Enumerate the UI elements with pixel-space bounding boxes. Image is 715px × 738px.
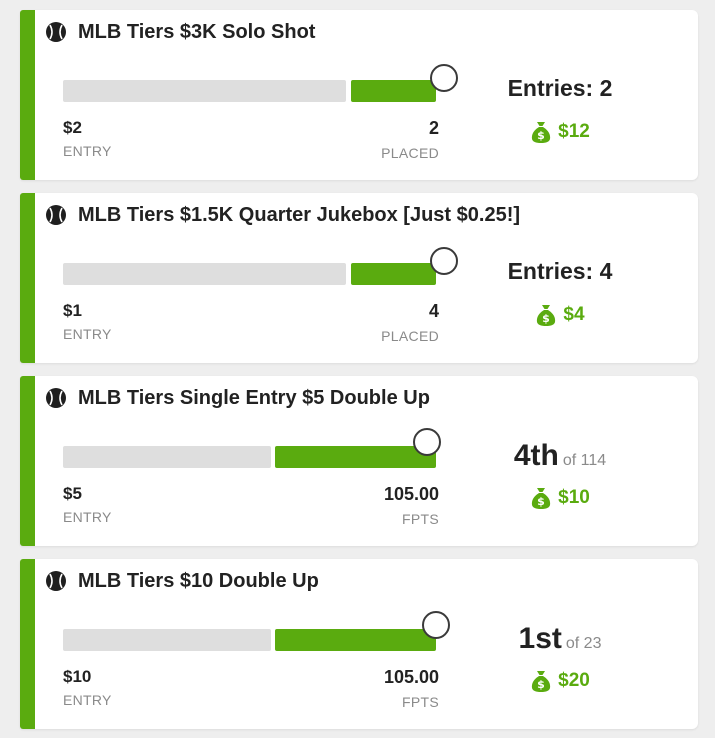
progress-fill — [275, 629, 436, 651]
progress-track — [63, 263, 346, 285]
baseball-icon — [46, 571, 66, 591]
progress-track — [63, 446, 271, 468]
progress-fill — [275, 446, 436, 468]
contest-title: MLB Tiers $3K Solo Shot — [78, 21, 316, 43]
progress-track — [63, 629, 271, 651]
fpts-label: FPTS — [402, 511, 439, 527]
rank-position: 1st — [518, 622, 562, 655]
svg-text:$: $ — [537, 495, 545, 508]
money-bag-icon: $ — [537, 305, 556, 326]
progress-fill — [351, 263, 436, 285]
progress-knob — [430, 64, 458, 92]
contest-title: MLB Tiers $1.5K Quarter Jukebox [Just $0… — [78, 204, 521, 226]
contest-card[interactable]: MLB Tiers $3K Solo Shot $2 ENTRY 2 PLACE… — [20, 10, 698, 180]
prize-amount: $12 — [558, 121, 590, 142]
fpts-value: 105.00 — [383, 667, 439, 687]
entries-count: Entries: 4 — [507, 258, 613, 284]
placed-count: 4 — [428, 301, 439, 321]
contest-card[interactable]: MLB Tiers Single Entry $5 Double Up $5 E… — [20, 376, 698, 546]
fpts-label: FPTS — [402, 694, 439, 710]
placed-label: PLACED — [381, 145, 439, 161]
entry-label: ENTRY — [63, 326, 112, 342]
rank: 1st of 23 — [465, 622, 655, 656]
rank-position: 4th — [513, 439, 559, 472]
entry-label: ENTRY — [63, 692, 112, 708]
contest-card[interactable]: MLB Tiers $10 Double Up $10 ENTRY 105.00… — [20, 559, 698, 729]
rank-of-total: of 23 — [565, 635, 602, 652]
prize: $ $20 — [465, 669, 655, 693]
contest-card[interactable]: MLB Tiers $1.5K Quarter Jukebox [Just $0… — [20, 193, 698, 363]
svg-text:$: $ — [543, 312, 551, 325]
placed-label: PLACED — [381, 328, 439, 344]
prize: $ $4 — [465, 303, 655, 327]
entries-count: Entries: 2 — [507, 75, 613, 101]
progress-track — [63, 80, 346, 102]
placed-count: 2 — [428, 118, 439, 138]
prize-amount: $4 — [563, 304, 585, 325]
baseball-icon — [46, 22, 66, 42]
contest-title: MLB Tiers $10 Double Up — [78, 570, 319, 592]
svg-text:$: $ — [537, 678, 545, 691]
money-bag-icon: $ — [532, 671, 551, 692]
prize-amount: $10 — [558, 487, 590, 508]
entry-label: ENTRY — [63, 143, 112, 159]
money-bag-icon: $ — [532, 488, 551, 509]
progress-knob — [413, 428, 441, 456]
rank-of-total: of 114 — [562, 452, 607, 469]
prize: $ $12 — [465, 120, 655, 144]
baseball-icon — [46, 205, 66, 225]
entry-fee: $2 — [63, 118, 82, 137]
prize-amount: $20 — [558, 670, 590, 691]
progress-knob — [422, 611, 450, 639]
baseball-icon — [46, 388, 66, 408]
rank: 4th of 114 — [465, 439, 655, 473]
entry-fee: $1 — [63, 301, 82, 320]
prize: $ $10 — [465, 486, 655, 510]
entry-fee: $5 — [63, 484, 82, 503]
entry-label: ENTRY — [63, 509, 112, 525]
progress-fill — [351, 80, 436, 102]
money-bag-icon: $ — [532, 122, 551, 143]
contest-title: MLB Tiers Single Entry $5 Double Up — [78, 387, 430, 409]
svg-text:$: $ — [537, 129, 545, 142]
fpts-value: 105.00 — [383, 484, 439, 504]
progress-knob — [430, 247, 458, 275]
entry-fee: $10 — [63, 667, 92, 686]
